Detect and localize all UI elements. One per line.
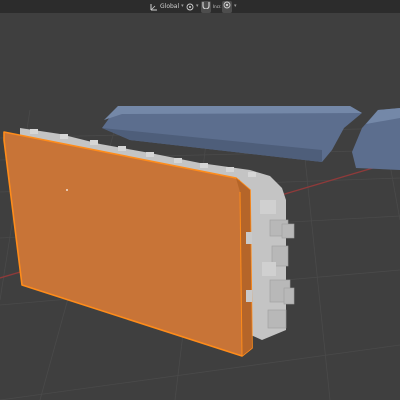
chevron-down-icon: ▾	[234, 3, 237, 9]
global-orientation-icon	[150, 3, 157, 10]
pivot-point-icon	[186, 3, 194, 10]
viewport-header: Global ▾ ▾ Incr. ▾ ▾	[0, 0, 400, 13]
proportional-editing-toggle[interactable]	[222, 0, 232, 13]
proportional-editing-icon	[223, 1, 231, 8]
snap-mode-label: Incr.	[213, 4, 222, 9]
chevron-down-icon: ▾	[181, 3, 184, 9]
chevron-down-icon: ▾	[196, 3, 199, 9]
snap-magnet-icon	[202, 1, 210, 10]
blue-object-2[interactable]	[352, 108, 400, 170]
transform-orientation-value: Global	[160, 3, 180, 10]
pivot-point-dropdown[interactable]: ▾	[186, 1, 200, 12]
origin-point	[66, 189, 68, 191]
proportional-editing-group[interactable]: ▾	[222, 0, 238, 13]
snapping-group[interactable]: Incr. ▾	[201, 0, 226, 13]
scene	[0, 106, 400, 400]
transform-orientation-dropdown[interactable]: Global ▾	[150, 1, 184, 12]
snap-toggle-button[interactable]	[201, 0, 211, 13]
3d-viewport[interactable]	[0, 0, 400, 400]
